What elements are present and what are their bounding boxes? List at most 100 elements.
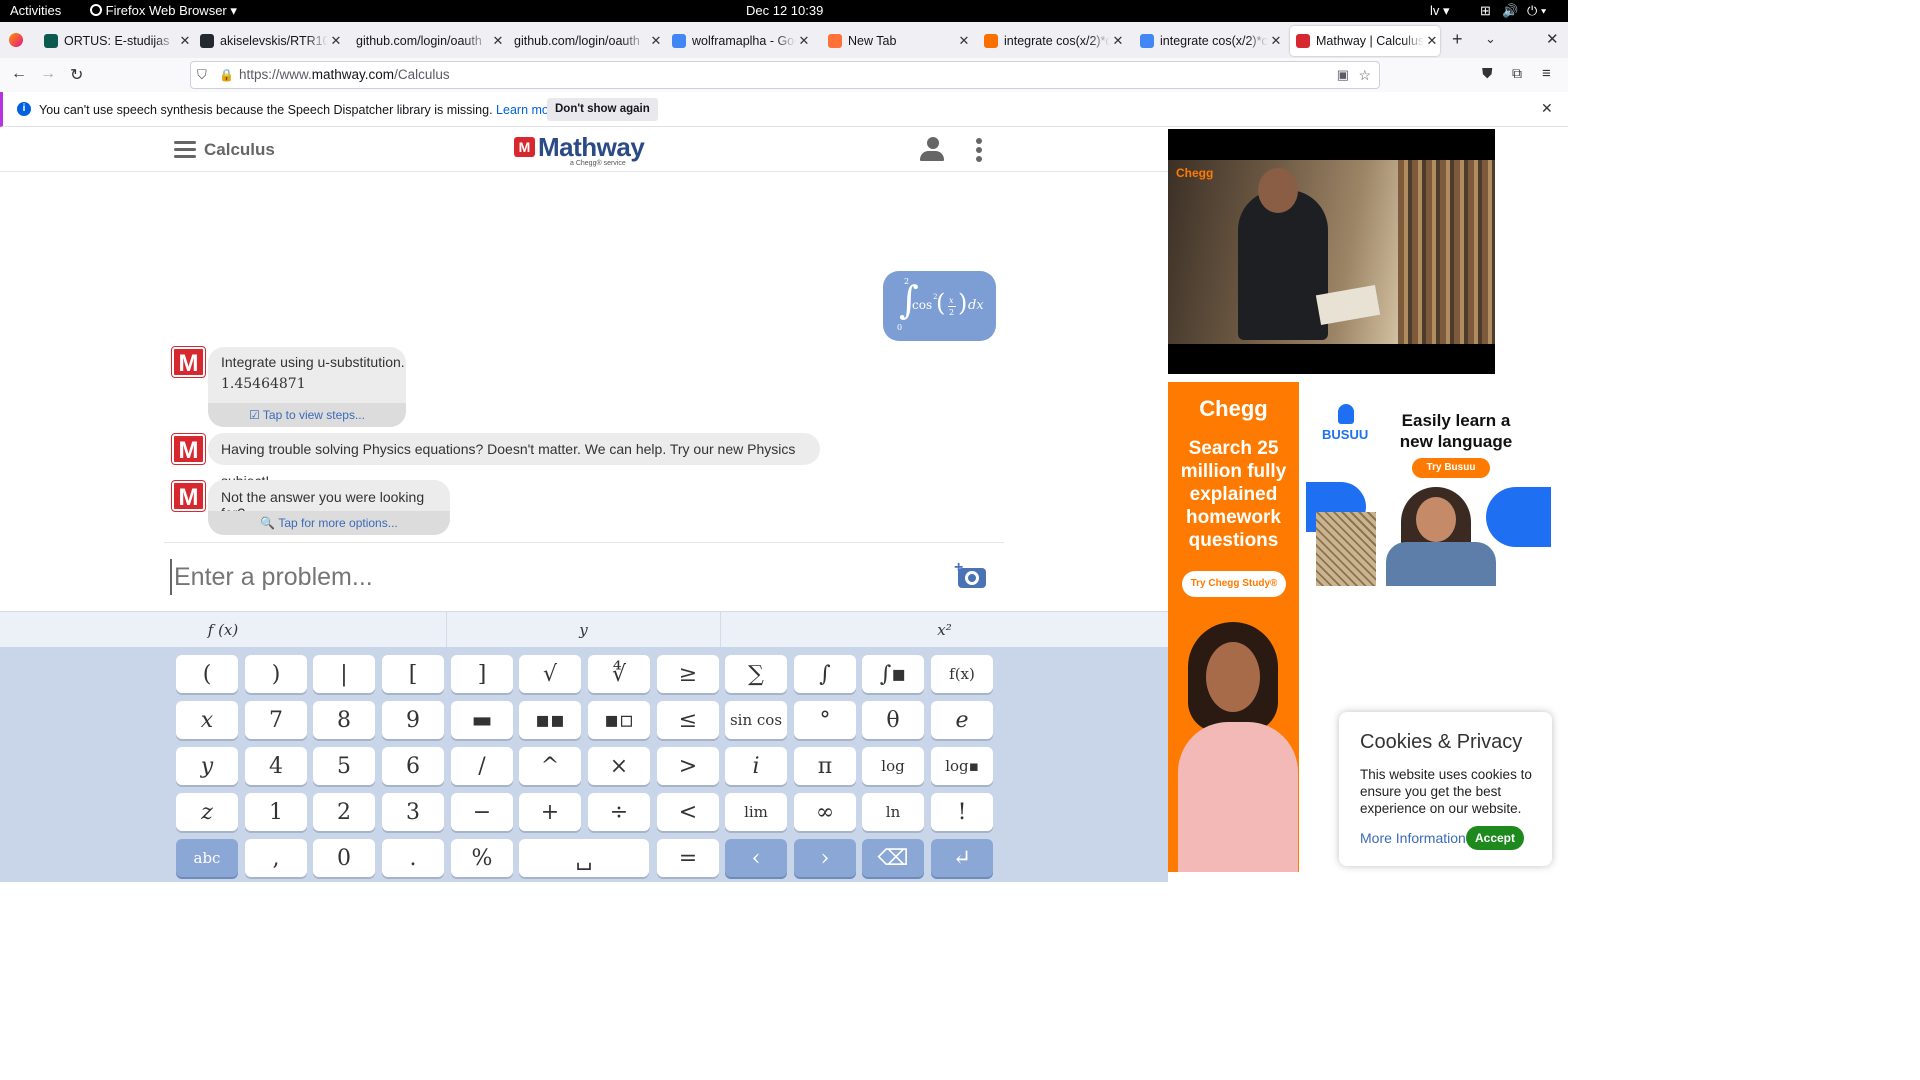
close-tab-icon[interactable]: ✕ [1268, 33, 1284, 49]
browser-tab[interactable]: ORTUS: E-studijas ✕ [38, 26, 193, 56]
key-imaginary-i[interactable]: i [725, 747, 787, 785]
close-notification-icon[interactable]: ✕ [1541, 100, 1553, 117]
close-tab-icon[interactable]: ✕ [648, 33, 664, 49]
key-close-bracket[interactable]: ] [451, 655, 513, 693]
key-function[interactable]: f(x) [931, 655, 993, 693]
key-digit-6[interactable]: 6 [382, 747, 444, 785]
key-var-y[interactable]: y [176, 747, 238, 785]
key-ln[interactable]: ln [862, 793, 924, 831]
browser-tab[interactable]: akiselevskis/RTR105 ✕ [194, 26, 344, 56]
input-language[interactable]: lv ▾ [1430, 3, 1450, 19]
browser-tab[interactable]: github.com/login/oauth ✕ [350, 26, 506, 56]
key-var-x[interactable]: x [176, 701, 238, 739]
user-account-icon[interactable] [920, 137, 945, 162]
key-factorial[interactable]: ! [931, 793, 993, 831]
volume-icon[interactable]: 🔊 [1502, 3, 1518, 19]
key-plus[interactable]: + [519, 793, 581, 831]
clock[interactable]: Dec 12 10:39 [746, 3, 823, 18]
key-integral[interactable]: ∫ [794, 655, 856, 693]
browser-tab[interactable]: integrate cos(x/2)*cos✕ [978, 26, 1126, 56]
key-abs-bar[interactable]: | [313, 655, 375, 693]
key-pi[interactable]: π [794, 747, 856, 785]
dont-show-again-button[interactable]: Don't show again [547, 98, 658, 121]
close-window-icon[interactable]: ✕ [1546, 30, 1559, 48]
try-chegg-button[interactable]: Try Chegg Study® [1182, 571, 1286, 597]
reader-view-icon[interactable]: ▣ [1337, 62, 1349, 88]
close-tab-icon[interactable]: ✕ [328, 33, 344, 49]
key-var-z[interactable]: z [176, 793, 238, 831]
problem-input[interactable] [170, 559, 930, 595]
key-divide[interactable]: ÷ [588, 793, 650, 831]
key-digit-4[interactable]: 4 [245, 747, 307, 785]
close-tab-icon[interactable]: ✕ [490, 33, 506, 49]
key-multiply[interactable]: × [588, 747, 650, 785]
key-decimal-point[interactable]: . [382, 839, 444, 877]
not-answer-bubble[interactable]: Not the answer you were looking for? 🔍 T… [208, 480, 450, 535]
key-digit-9[interactable]: 9 [382, 701, 444, 739]
try-busuu-button[interactable]: Try Busuu [1412, 458, 1490, 478]
key-abc[interactable]: abc [176, 839, 238, 877]
hamburger-menu-icon[interactable] [174, 141, 196, 158]
browser-tab[interactable]: github.com/login/oauth ✕ [508, 26, 664, 56]
close-tab-icon[interactable]: ✕ [177, 33, 193, 49]
key-superscript[interactable]: ▪▪ [519, 701, 581, 739]
cookie-more-info-link[interactable]: More Information [1360, 830, 1466, 846]
key-digit-5[interactable]: 5 [313, 747, 375, 785]
key-minus[interactable]: − [451, 793, 513, 831]
answer-bubble[interactable]: Integrate using u-substitution. 1.454648… [208, 347, 406, 427]
close-tab-icon[interactable]: ✕ [1424, 33, 1440, 49]
key-less[interactable]: < [657, 793, 719, 831]
key-open-paren[interactable]: ( [176, 655, 238, 693]
network-icon[interactable]: ⊞ [1480, 3, 1491, 19]
key-enter[interactable]: ↵ [931, 839, 993, 877]
url-bar[interactable]: ⛉ 🔒 https://www.mathway.com/Calculus ▣ ☆ [190, 61, 1380, 89]
forward-arrow-icon[interactable]: → [40, 65, 56, 83]
key-subscript[interactable]: ▪▫ [588, 701, 650, 739]
key-trig[interactable]: sin cos [725, 701, 787, 739]
chegg-ad[interactable]: Chegg Search 25 million fully explained … [1168, 382, 1299, 872]
key-divide-slash[interactable]: / [451, 747, 513, 785]
browser-tab[interactable]: Mathway | Calculus Pro✕ [1290, 26, 1440, 56]
key-sum[interactable]: ∑ [725, 655, 787, 693]
key-degree[interactable]: ° [794, 701, 856, 739]
shield-icon[interactable]: ⛉ [197, 62, 207, 88]
key-digit-2[interactable]: 2 [313, 793, 375, 831]
close-tab-icon[interactable]: ✕ [956, 33, 972, 49]
more-options-icon[interactable] [976, 138, 982, 162]
query-bubble[interactable]: ∫ 2 0 cos 2 ( x 2 ) dx [883, 271, 996, 341]
browser-tab[interactable]: New Tab ✕ [822, 26, 972, 56]
close-tab-icon[interactable]: ✕ [796, 33, 812, 49]
key-digit-0[interactable]: 0 [313, 839, 375, 877]
view-steps-button[interactable]: ☑ Tap to view steps... [208, 403, 406, 427]
reload-icon[interactable]: ↻ [70, 65, 83, 85]
menu-icon[interactable]: ≡ [1542, 65, 1551, 82]
tab-variables[interactable]: y [447, 612, 721, 648]
key-log-base[interactable]: log▪ [931, 747, 993, 785]
cookie-accept-button[interactable]: Accept [1466, 826, 1524, 850]
key-equals[interactable]: = [657, 839, 719, 877]
key-backspace[interactable]: ⌫ [862, 839, 924, 877]
new-tab-button[interactable]: + [1452, 29, 1463, 50]
key-nth-root[interactable]: ∜ [588, 655, 650, 693]
key-comma[interactable]: , [245, 839, 307, 877]
pocket-icon[interactable]: ⛊ [1482, 65, 1493, 82]
key-cursor-left[interactable]: ‹ [725, 839, 787, 877]
key-cursor-right[interactable]: › [794, 839, 856, 877]
key-fraction[interactable]: ▬ [451, 701, 513, 739]
key-power[interactable]: ^ [519, 747, 581, 785]
list-all-tabs-icon[interactable]: ⌄ [1485, 31, 1496, 47]
tab-powers[interactable]: x² [721, 612, 1168, 648]
app-menu[interactable]: Firefox Web Browser ▾ [90, 3, 237, 19]
key-log[interactable]: log [862, 747, 924, 785]
close-tab-icon[interactable]: ✕ [1110, 33, 1126, 49]
browser-tab[interactable]: integrate cos(x/2)*cos✕ [1134, 26, 1284, 56]
key-greater[interactable]: > [657, 747, 719, 785]
brand-name[interactable]: Mathway [538, 132, 645, 163]
power-icon[interactable]: ⏻ ▾ [1527, 3, 1546, 19]
key-digit-7[interactable]: 7 [245, 701, 307, 739]
video-ad[interactable]: Chegg [1168, 129, 1495, 374]
key-digit-3[interactable]: 3 [382, 793, 444, 831]
subject-title[interactable]: Calculus [204, 140, 275, 160]
key-percent[interactable]: % [451, 839, 513, 877]
more-options-button[interactable]: 🔍 Tap for more options... [208, 511, 450, 535]
